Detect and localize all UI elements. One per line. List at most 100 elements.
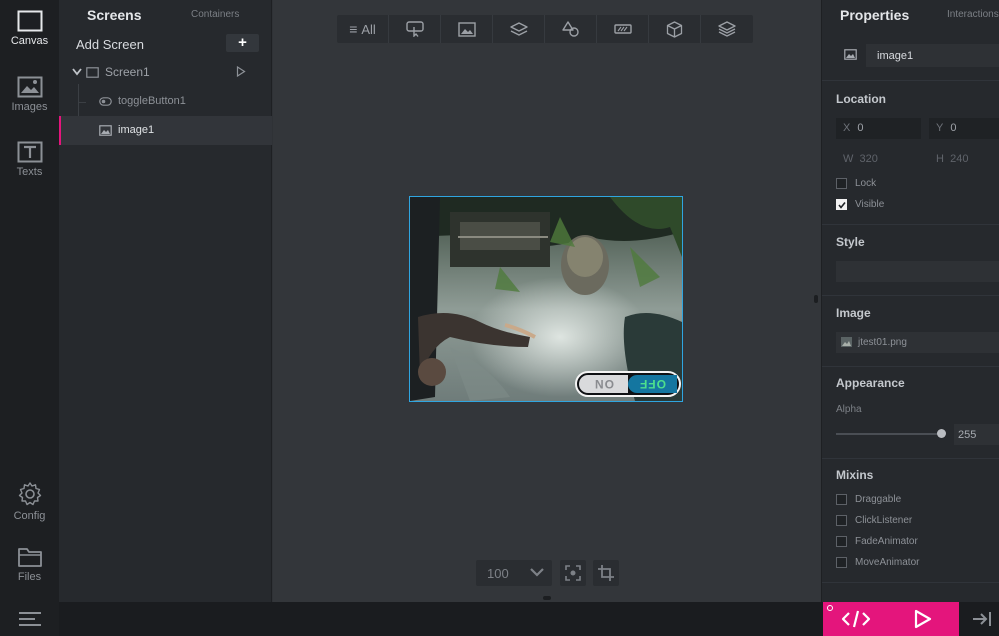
screen-icon [86,67,99,78]
alpha-value-field[interactable]: 255 [954,424,999,445]
tab-properties[interactable]: Properties [840,7,909,23]
mixin-label: FadeAnimator [855,536,918,547]
menu-icon [18,612,41,626]
code-icon[interactable] [841,610,871,628]
filter-all-button[interactable]: ≡ All [337,15,389,43]
y-field[interactable]: Y0 [929,118,999,139]
stack-widget-button[interactable] [701,15,753,43]
toggle-on-text: ON [593,377,614,391]
bottom-resize-handle[interactable] [543,596,551,600]
crop-button[interactable] [593,560,619,586]
section-image: Image [836,306,871,320]
tree-label-togglebutton1: toggleButton1 [118,95,186,107]
x-value: 0 [857,122,864,134]
style-select[interactable] [836,261,999,282]
mixin-label: MoveAnimator [855,557,920,568]
element-name-field[interactable]: image1 [866,44,999,67]
status-dot [827,605,833,611]
tree-item-screen1[interactable]: Screen1 [59,58,272,87]
chevron-down-icon[interactable] [72,68,82,76]
y-value: 0 [950,122,957,134]
tree-item-togglebutton1[interactable]: toggleButton1 [59,87,272,116]
w-field[interactable]: W 320 [843,153,878,165]
x-field[interactable]: X0 [836,118,921,139]
w-value: 320 [859,153,878,165]
container-widget-button[interactable] [493,15,545,43]
divider [822,295,999,296]
rail-label-images: Images [11,101,48,113]
exit-icon[interactable] [972,611,994,627]
rail-label-canvas: Canvas [10,35,49,47]
mixin-label: Draggable [855,494,902,505]
mixin-fadeanimator-box[interactable] [836,536,847,547]
filter-all-label: All [361,21,376,37]
shapes-widget-button[interactable] [545,15,597,43]
rail-item-config[interactable]: Config [0,481,59,522]
image-widget-button[interactable] [441,15,493,43]
tree-tabs: Screens Containers [59,0,272,28]
togglebutton1[interactable]: ON OFF [575,371,681,397]
3d-widget-button[interactable] [649,15,701,43]
stage-image1[interactable]: ON OFF [409,196,683,402]
tree-item-image1[interactable]: image1 [59,116,272,145]
image-icon [457,21,476,37]
folder-icon [17,548,42,567]
w-key: W [843,153,854,165]
list-icon: ≡ [349,21,358,37]
rail-item-images[interactable]: Images [0,76,59,113]
alpha-slider-knob[interactable] [936,429,946,438]
properties-panel: Properties Interactions image1 Location … [821,0,999,602]
container-icon [509,21,528,36]
bottom-bar [0,602,999,636]
mixin-clicklistener-box[interactable] [836,515,847,526]
image-icon [844,49,857,60]
x-key: X [843,122,851,134]
tree-label-image1: image1 [118,124,155,136]
h-field[interactable]: H 240 [936,153,968,165]
toggle-on-label: ON [579,375,628,393]
mixin-moveanimator-box[interactable] [836,557,847,568]
widget-toolbar: ≡ All [337,15,753,43]
crop-icon [598,565,614,581]
tab-containers[interactable]: Containers [191,9,239,20]
interaction-widget-button[interactable] [389,15,441,43]
play-screen-icon[interactable] [236,66,246,77]
mixin-draggable-box[interactable] [836,494,847,505]
divider [822,224,999,225]
rail-item-files[interactable]: Files [0,546,59,583]
add-screen-label: Add Screen [76,37,144,52]
h-value: 240 [950,153,969,165]
progress-widget-button[interactable] [597,15,649,43]
divider [822,366,999,367]
tab-screens[interactable]: Screens [87,7,141,23]
chevron-down-icon [530,568,544,577]
canvas-icon [17,10,42,32]
rail-item-canvas[interactable]: Canvas [0,10,59,47]
rail-label-files: Files [17,571,42,583]
divider [822,80,999,81]
visible-checkbox-box[interactable] [836,199,847,210]
zoom-select[interactable]: 100 [476,560,552,586]
canvas-area: ≡ All ON OFF 100 [273,0,821,602]
add-screen-button[interactable]: + [226,34,259,52]
tab-interactions[interactable]: Interactions [947,9,999,20]
run-bar [823,602,959,636]
section-mixins: Mixins [836,468,874,482]
divider [822,582,999,583]
menu-button[interactable] [0,602,59,636]
lock-checkbox-box[interactable] [836,178,847,189]
panel-resize-handle[interactable] [814,295,818,303]
image-file-name: jtest01.png [858,337,907,348]
section-appearance: Appearance [836,376,905,390]
h-key: H [936,153,944,165]
fit-to-screen-button[interactable] [560,560,586,586]
play-icon[interactable] [913,609,933,629]
widget-icon [613,24,632,34]
rail-item-texts[interactable]: Texts [0,141,59,178]
lock-label: Lock [855,178,877,189]
image-file-field[interactable]: jtest01.png [836,332,999,353]
alpha-label: Alpha [836,404,862,415]
app-window: Canvas Images Texts Config Files Screens… [0,0,999,636]
alpha-slider-track[interactable] [836,433,941,435]
gear-icon [18,482,41,506]
